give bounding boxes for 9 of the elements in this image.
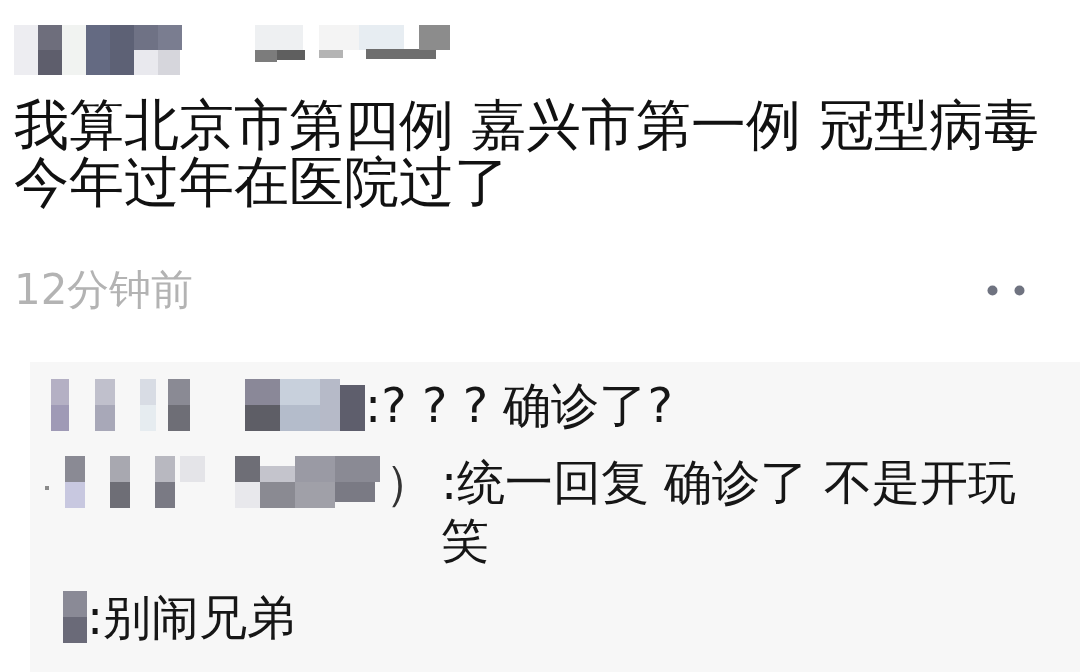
commenter-name-fragment: ） [385, 453, 433, 511]
post-time: 12分钟前 [14, 265, 194, 315]
post-text: 我算北京市第四例 嘉兴市第一例 冠型病毒今年过年在医院过了 [14, 97, 1040, 211]
pixelated-name [63, 591, 87, 643]
comment-text: :? ? ? 确诊了? [365, 376, 674, 434]
comment-text: :别闹兄弟 [87, 588, 297, 646]
comment-text: :统一回复 确诊了 不是开玩笑 [441, 453, 1017, 569]
more-button[interactable] [987, 284, 1025, 296]
dots-icon [987, 284, 1025, 296]
